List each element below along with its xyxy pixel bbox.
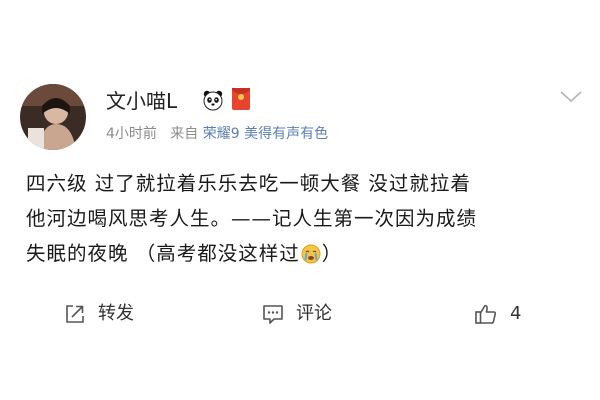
source-prefix: 来自 [170, 126, 199, 142]
post-text-line-3-end: ） [321, 242, 343, 265]
red-envelope-icon[interactable] [232, 88, 250, 110]
comment-label: 评论 [296, 303, 332, 324]
repost-label: 转发 [98, 303, 134, 324]
like-button[interactable]: 4 [474, 300, 521, 328]
post-content: 四六级 过了就拉着乐乐去吃一顿大餐 没过就拉着 他河边喝风思考人生。——记人生第… [26, 166, 586, 271]
post-meta: 4小时前 来自 荣耀9 美得有声有色 [106, 124, 328, 144]
repost-icon [66, 305, 84, 323]
post-text-line-1: 四六级 过了就拉着乐乐去吃一顿大餐 没过就拉着 [26, 172, 471, 195]
chevron-down-icon[interactable] [558, 88, 584, 106]
crying-face-icon [301, 240, 321, 264]
post-text-line-3: 失眠的夜晚 （高考都没这样过 ） [26, 236, 586, 271]
post-text-line-2: 他河边喝风思考人生。——记人生第一次因为成绩 [26, 207, 478, 230]
weibo-post-card: 文小喵L 4小时前 来自 荣耀9 美得有声有色 四六级 过了就拉着乐乐去吃一顿大 [0, 0, 600, 400]
post-text-line-3-main: 失眠的夜晚 （高考都没这样过 [26, 242, 300, 265]
thumbs-up-icon [475, 304, 497, 324]
comment-button[interactable]: 评论 [262, 300, 332, 328]
post-time: 4小时前 [106, 126, 157, 142]
like-count: 4 [510, 303, 522, 324]
comment-icon [263, 305, 283, 324]
user-avatar[interactable] [20, 84, 86, 150]
repost-button[interactable]: 转发 [64, 300, 134, 328]
username[interactable]: 文小喵L [106, 87, 177, 115]
panda-icon [202, 89, 224, 111]
source-device-link[interactable]: 荣耀9 美得有声有色 [203, 126, 328, 142]
